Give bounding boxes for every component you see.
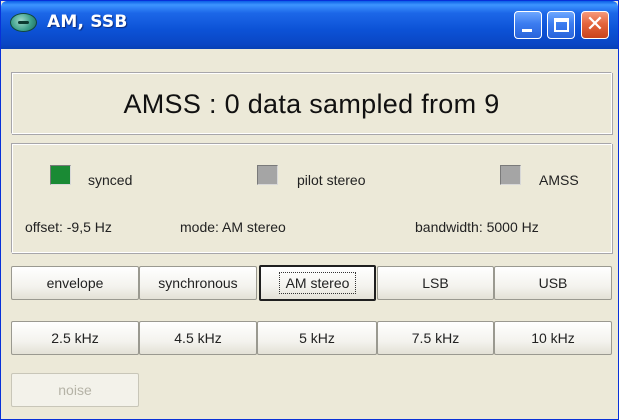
bw-5khz-label: 5 kHz [299,330,335,346]
bw-4-5khz-label: 4.5 kHz [174,330,222,346]
am-ssb-window: AM, SSB ✕ AMSS : 0 data sampled from 9 s… [0,0,619,420]
bw-7-5khz-button[interactable]: 7.5 kHz [377,321,494,355]
synchronous-button-label: synchronous [158,275,238,291]
minimize-button[interactable] [514,11,542,39]
amss-indicator-icon [500,165,521,185]
title-bar[interactable]: AM, SSB ✕ [1,1,618,49]
noise-button-label: noise [58,382,92,398]
app-icon [10,13,37,32]
status-text: AMSS : 0 data sampled from 9 [123,89,500,119]
maximize-button[interactable] [547,11,575,39]
bw-10khz-label: 10 kHz [531,330,575,346]
minimize-icon [522,29,532,32]
close-button[interactable]: ✕ [581,11,609,39]
info-panel: synced pilot stereo AMSS offset: -9,5 Hz… [11,143,612,253]
status-panel: AMSS : 0 data sampled from 9 [11,72,612,134]
usb-button-label: USB [538,275,568,291]
maximize-icon [554,18,569,32]
am-stereo-button[interactable]: AM stereo [259,265,376,301]
bandwidth-value: bandwidth: 5000 Hz [415,219,539,235]
mode-value: mode: AM stereo [180,219,286,235]
noise-button[interactable]: noise [11,373,139,407]
synced-indicator-icon [50,165,71,185]
pilot-stereo-indicator-icon [257,165,278,185]
synchronous-button[interactable]: synchronous [139,266,257,300]
offset-value: offset: -9,5 Hz [25,219,112,235]
close-icon: ✕ [585,12,605,37]
bw-7-5khz-label: 7.5 kHz [411,330,460,346]
window-title: AM, SSB [47,12,128,32]
bw-2-5khz-label: 2.5 kHz [51,330,99,346]
synced-label: synced [88,172,133,188]
bw-2-5khz-button[interactable]: 2.5 kHz [11,321,139,355]
usb-button[interactable]: USB [494,266,612,300]
pilot-stereo-label: pilot stereo [297,172,366,188]
bw-5khz-button[interactable]: 5 kHz [257,321,377,355]
am-stereo-button-label: AM stereo [278,272,357,294]
amss-label: AMSS [539,172,579,188]
envelope-button[interactable]: envelope [11,266,139,300]
lsb-button-label: LSB [422,275,449,291]
bw-10khz-button[interactable]: 10 kHz [494,321,612,355]
envelope-button-label: envelope [46,275,104,291]
bw-4-5khz-button[interactable]: 4.5 kHz [139,321,257,355]
lsb-button[interactable]: LSB [377,266,494,300]
